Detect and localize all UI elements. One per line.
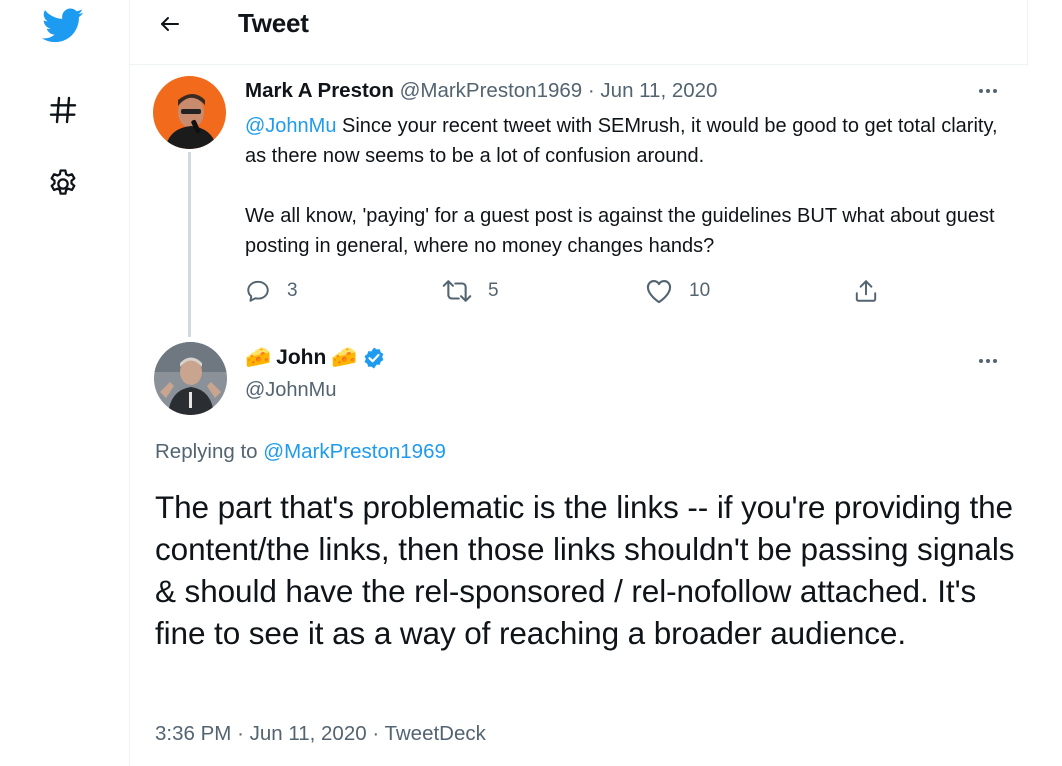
tweet-date[interactable]: Jun 11, 2020 bbox=[600, 79, 717, 102]
replying-to: Replying to @MarkPreston1969 bbox=[155, 440, 446, 464]
separator: · bbox=[587, 79, 595, 102]
retweet-count: 5 bbox=[488, 280, 499, 301]
more-button[interactable] bbox=[979, 89, 997, 93]
more-horizontal-icon bbox=[979, 359, 983, 363]
replying-prefix: Replying to bbox=[155, 440, 264, 463]
author-name[interactable]: Mark A Preston bbox=[245, 79, 394, 102]
cheese-emoji: 🧀 bbox=[331, 346, 358, 369]
sidebar-divider bbox=[129, 0, 130, 766]
reply-count: 3 bbox=[287, 280, 298, 301]
thread-connector bbox=[188, 152, 191, 337]
author-handle[interactable]: @MarkPreston1969 bbox=[400, 79, 583, 102]
more-horizontal-icon bbox=[979, 89, 983, 93]
mention-link[interactable]: @JohnMu bbox=[245, 115, 336, 137]
like-button[interactable]: 10 bbox=[645, 278, 710, 304]
column-divider bbox=[1027, 0, 1028, 66]
share-icon bbox=[855, 280, 877, 302]
reply-author-handle[interactable]: @JohnMu bbox=[245, 379, 336, 402]
hashtag-icon[interactable] bbox=[43, 90, 83, 130]
replying-to-link[interactable]: @MarkPreston1969 bbox=[263, 440, 446, 463]
tweet-actions: 3 5 10 bbox=[245, 278, 895, 308]
tweet-text-part1: Since your recent tweet with SEMrush, it… bbox=[245, 115, 998, 167]
tweet-time[interactable]: 3:36 PM bbox=[155, 722, 231, 745]
reply-icon bbox=[247, 280, 269, 302]
avatar-mark-preston[interactable] bbox=[153, 76, 226, 149]
retweet-button[interactable]: 5 bbox=[442, 278, 499, 304]
tweet-text-part2: We all know, 'paying' for a guest post i… bbox=[245, 205, 995, 257]
heart-icon bbox=[646, 280, 672, 304]
back-button[interactable] bbox=[152, 6, 188, 42]
more-dot bbox=[993, 359, 997, 363]
more-dot bbox=[986, 89, 990, 93]
separator: · bbox=[372, 722, 380, 745]
gear-icon[interactable] bbox=[43, 164, 83, 204]
reply-button[interactable]: 3 bbox=[245, 278, 298, 304]
cheese-emoji: 🧀 bbox=[245, 346, 272, 369]
twitter-bird-icon[interactable] bbox=[40, 4, 86, 48]
more-button[interactable] bbox=[979, 359, 997, 363]
more-dot bbox=[986, 359, 990, 363]
tweet-date[interactable]: Jun 11, 2020 bbox=[250, 722, 367, 745]
arrow-left-icon bbox=[161, 17, 179, 31]
tweet-source[interactable]: TweetDeck bbox=[384, 722, 485, 745]
avatar-john[interactable] bbox=[154, 342, 227, 415]
retweet-icon bbox=[442, 280, 472, 302]
separator: · bbox=[237, 722, 244, 745]
verified-badge-icon bbox=[365, 347, 384, 369]
reply-tweet-text: The part that's problematic is the links… bbox=[155, 489, 1015, 651]
header-divider bbox=[130, 64, 1027, 65]
share-button[interactable] bbox=[853, 278, 879, 304]
reply-author-name[interactable]: 🧀 John 🧀 bbox=[245, 346, 386, 370]
tweet-text: @JohnMu Since your recent tweet with SEM… bbox=[245, 111, 1005, 261]
tweet-metadata: 3:36 PM · Jun 11, 2020 · TweetDeck bbox=[155, 722, 486, 746]
like-count: 10 bbox=[689, 280, 711, 301]
page-title: Tweet bbox=[238, 8, 309, 38]
sidebar-nav bbox=[0, 0, 129, 766]
more-dot bbox=[993, 89, 997, 93]
reply-author-name-text: John bbox=[276, 346, 327, 369]
tweet-header: Mark A Preston @MarkPreston1969 · Jun 11… bbox=[245, 79, 717, 103]
